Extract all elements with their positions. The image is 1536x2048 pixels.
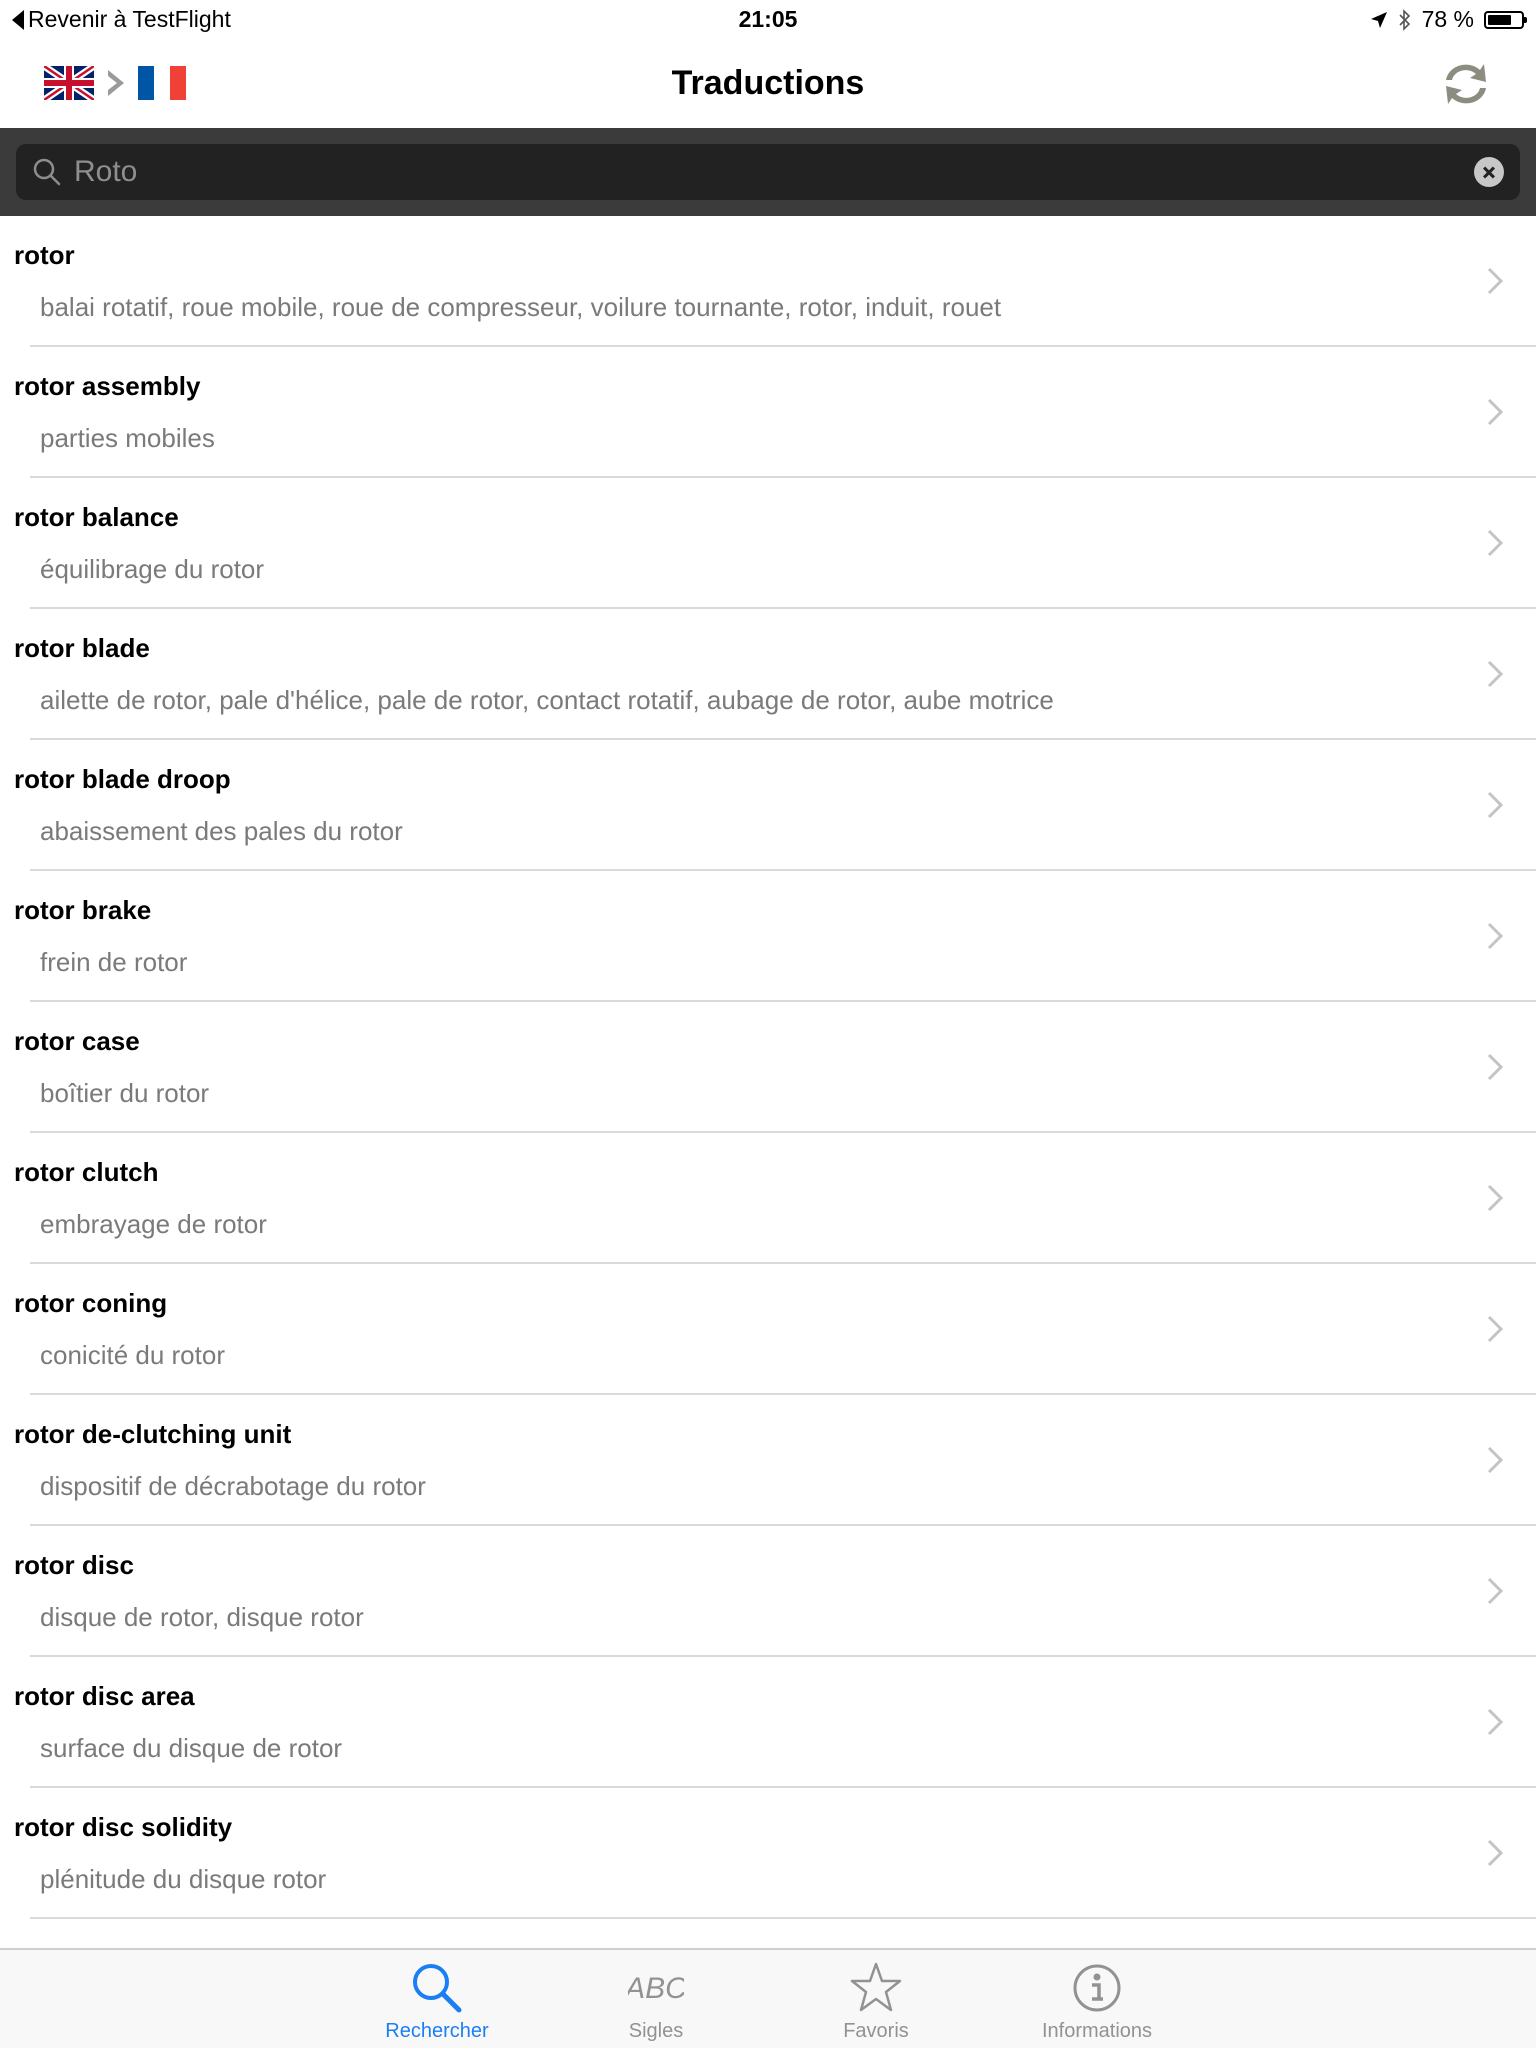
abc-icon: ABC [628, 1972, 684, 2005]
term-label: rotor blade [14, 633, 150, 663]
list-item[interactable]: rotor blade droop abaissement des pales d… [0, 740, 1536, 871]
search-icon [33, 158, 61, 186]
tab-label: Informations [1041, 2020, 1153, 2042]
location-icon [1370, 11, 1387, 28]
nav-bar: Traductions [0, 40, 1536, 128]
tab-label: Rechercher [385, 2020, 489, 2042]
tab-favoris[interactable]: Favoris [776, 1950, 976, 2048]
chevron-right-icon [1487, 1184, 1504, 1212]
translation-text: embrayage de rotor [40, 1209, 267, 1239]
search-icon [413, 1964, 462, 2013]
term-label: rotor disc area [14, 1681, 195, 1711]
bluetooth-icon [1398, 8, 1410, 31]
status-indicators: 78 % [1370, 6, 1527, 33]
swap-icon[interactable] [1436, 54, 1496, 114]
list-item[interactable]: rotor disc solidity plénitude du disque r… [0, 1788, 1536, 1919]
page-title: Traductions [671, 64, 865, 102]
list-item[interactable]: rotor de-clutching unit dispositif de déc… [0, 1395, 1536, 1526]
chevron-right-icon [1487, 398, 1504, 426]
list-item[interactable]: rotor brake frein de rotor [0, 871, 1536, 1002]
tab-label: Favoris [843, 2020, 909, 2042]
search-bar: Roto [0, 128, 1536, 216]
term-label: rotor de-clutching unit [14, 1419, 292, 1449]
translation-text: conicité du rotor [40, 1340, 225, 1370]
list-item[interactable]: rotor balance équilibrage du rotor [0, 478, 1536, 609]
translation-text: parties mobiles [40, 423, 215, 453]
tab-sigles[interactable]: ABC Sigles [556, 1950, 756, 2048]
list-item[interactable]: rotor disc area surface du disque de roto… [0, 1657, 1536, 1788]
clear-search-icon[interactable] [1474, 157, 1504, 187]
chevron-right-icon [1487, 922, 1504, 950]
chevron-right-icon [1487, 267, 1504, 295]
chevron-right-icon [1487, 1446, 1504, 1474]
chevron-right-icon [1487, 791, 1504, 819]
term-label: rotor case [14, 1026, 140, 1056]
chevron-right-icon [1487, 660, 1504, 688]
svg-text:ABC: ABC [628, 1972, 684, 2005]
translation-text: frein de rotor [40, 947, 188, 977]
info-icon [1073, 1964, 1121, 2012]
chevron-right-icon [1487, 1315, 1504, 1343]
term-label: rotor [14, 240, 75, 270]
term-label: rotor assembly [14, 371, 201, 401]
chevron-right-icon [1487, 1839, 1504, 1867]
battery-icon [1484, 10, 1527, 29]
term-label: rotor coning [14, 1288, 168, 1318]
translation-text: dispositif de décrabotage du rotor [40, 1471, 426, 1501]
translation-text: balai rotatif, roue mobile, roue de comp… [40, 292, 1002, 322]
battery-percent: 78 % [1421, 6, 1474, 32]
chevron-right-icon [1487, 1708, 1504, 1736]
term-label: rotor brake [14, 895, 152, 925]
translation-text: disque de rotor, disque rotor [40, 1602, 364, 1632]
term-label: rotor disc solidity [14, 1812, 233, 1842]
chevron-right-icon [1487, 1577, 1504, 1605]
tab-bar: Rechercher ABC Sigles Favoris Informatio… [0, 1948, 1536, 2048]
translation-text: ailette de rotor, pale d'hélice, pale de… [40, 685, 1054, 715]
status-bar: Revenir à TestFlight 21:05 78 % [0, 0, 1536, 40]
list-item[interactable]: rotor balai rotatif, roue mobile, roue de… [0, 216, 1536, 347]
chevron-right-icon [1487, 529, 1504, 557]
search-input[interactable]: Roto [16, 144, 1520, 200]
translation-text: équilibrage du rotor [40, 554, 265, 584]
term-label: rotor disc [14, 1550, 134, 1580]
search-input-value[interactable]: Roto [74, 155, 1474, 189]
chevron-right-icon [1487, 1053, 1504, 1081]
list-item[interactable]: rotor blade ailette de rotor, pale d'héli… [0, 609, 1536, 740]
tab-label: Sigles [628, 2020, 684, 2042]
star-icon [850, 1962, 902, 2012]
translation-text: surface du disque de rotor [40, 1733, 343, 1763]
list-item[interactable]: rotor assembly parties mobiles [0, 347, 1536, 478]
list-item[interactable]: rotor case boîtier du rotor [0, 1002, 1536, 1133]
term-label: rotor clutch [14, 1157, 159, 1187]
clock: 21:05 [738, 6, 798, 32]
results-list: rotor balai rotatif, roue mobile, roue de… [0, 216, 1536, 1919]
tab-rechercher[interactable]: Rechercher [337, 1950, 537, 2048]
translation-text: abaissement des pales du rotor [40, 816, 403, 846]
list-item[interactable]: rotor clutch embrayage de rotor [0, 1133, 1536, 1264]
translation-text: plénitude du disque rotor [40, 1864, 327, 1894]
term-label: rotor balance [14, 502, 179, 532]
translation-text: boîtier du rotor [40, 1078, 210, 1108]
list-item[interactable]: rotor coning conicité du rotor [0, 1264, 1536, 1395]
tab-informations[interactable]: Informations [997, 1950, 1197, 2048]
term-label: rotor blade droop [14, 764, 231, 794]
list-item[interactable]: rotor disc disque de rotor, disque rotor [0, 1526, 1536, 1657]
row-separator [30, 1917, 1536, 1919]
